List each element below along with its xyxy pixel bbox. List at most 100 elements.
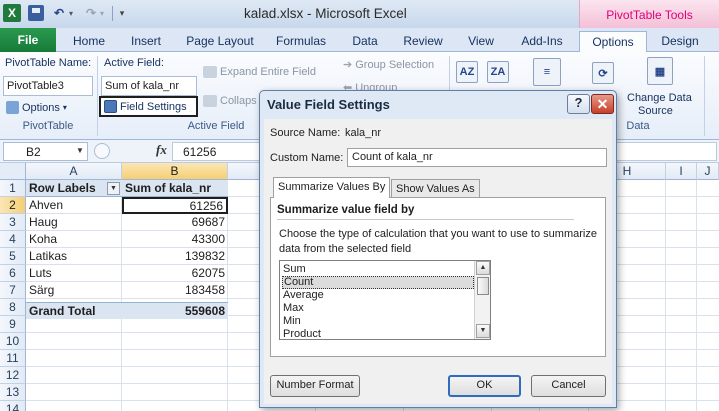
- pivottable-group-label: PivotTable: [22, 120, 74, 132]
- pivot-row-label[interactable]: Särg: [26, 282, 122, 299]
- pivot-row-value[interactable]: 62075: [122, 265, 228, 282]
- excel-app-icon[interactable]: X: [3, 4, 21, 22]
- pivot-row-label[interactable]: Koha: [26, 231, 122, 248]
- pivot-row-value[interactable]: 139832: [122, 248, 228, 265]
- list-item-max[interactable]: Max: [282, 302, 474, 315]
- row-header-12[interactable]: 12: [0, 367, 26, 384]
- formula-bar-resize-handle[interactable]: [94, 143, 110, 159]
- expand-entire-field-label: Expand Entire Field: [220, 65, 316, 78]
- column-header-b[interactable]: B: [122, 163, 228, 180]
- list-item-product[interactable]: Product: [282, 328, 474, 339]
- undo-dropdown-icon[interactable]: ▾: [67, 5, 75, 21]
- list-item-average[interactable]: Average: [282, 289, 474, 302]
- sort-za-icon[interactable]: ZA: [487, 61, 509, 83]
- close-icon[interactable]: ✕: [591, 94, 614, 114]
- listbox-scrollbar[interactable]: ▲ ▼: [474, 261, 490, 339]
- group-separator: [704, 56, 705, 136]
- pivot-value-header[interactable]: Sum of kala_nr: [122, 180, 228, 197]
- active-field-input[interactable]: Sum of kala_nr: [101, 76, 197, 96]
- refresh-icon[interactable]: ⟳: [592, 62, 614, 84]
- row-header-6[interactable]: 6: [0, 265, 26, 282]
- sort-dialog-icon[interactable]: ≡: [533, 58, 561, 86]
- pivot-row-label[interactable]: Latikas: [26, 248, 122, 265]
- row-header-10[interactable]: 10: [0, 333, 26, 350]
- tab-summarize-values-by[interactable]: Summarize Values By: [273, 177, 391, 198]
- tab-data[interactable]: Data: [342, 31, 388, 51]
- row-header-4[interactable]: 4: [0, 231, 26, 248]
- pivot-row-label[interactable]: Luts: [26, 265, 122, 282]
- function-listbox[interactable]: Sum Count Average Max Min Product ▲ ▼: [279, 260, 491, 340]
- tab-add-ins[interactable]: Add-Ins: [512, 31, 572, 51]
- row-header-2[interactable]: 2: [0, 197, 26, 214]
- tab-home[interactable]: Home: [64, 31, 114, 51]
- tab-formulas[interactable]: Formulas: [268, 31, 334, 51]
- pivot-row-label[interactable]: Ahven: [26, 197, 122, 214]
- grand-total-value[interactable]: 559608: [122, 302, 228, 319]
- list-item-count[interactable]: Count: [282, 276, 474, 289]
- row-header-8[interactable]: 8: [0, 299, 26, 316]
- tab-insert[interactable]: Insert: [120, 31, 172, 51]
- change-data-source-label-2[interactable]: Source: [638, 105, 673, 117]
- cancel-button[interactable]: Cancel: [531, 375, 606, 397]
- change-data-source-label-1[interactable]: Change Data: [627, 92, 692, 104]
- help-icon[interactable]: ?: [567, 94, 590, 114]
- scrollbar-thumb[interactable]: [477, 277, 489, 295]
- grand-total-label[interactable]: Grand Total: [26, 302, 122, 319]
- custom-name-label: Custom Name:: [270, 152, 344, 164]
- scroll-up-icon[interactable]: ▲: [476, 261, 490, 275]
- undo-icon[interactable]: ↶: [52, 5, 66, 21]
- tab-view[interactable]: View: [458, 31, 504, 51]
- pivot-row-value[interactable]: 43300: [122, 231, 228, 248]
- customize-quick-access-icon[interactable]: ▾: [118, 5, 126, 21]
- group-selection-label: Group Selection: [355, 58, 435, 71]
- list-item-min[interactable]: Min: [282, 315, 474, 328]
- description-line-2: data from the selected field: [279, 243, 412, 255]
- row-header-5[interactable]: 5: [0, 248, 26, 265]
- tab-options[interactable]: Options: [579, 31, 647, 53]
- tab-review[interactable]: Review: [396, 31, 450, 51]
- group-separator: [97, 56, 98, 136]
- redo-dropdown-icon[interactable]: ▾: [98, 5, 106, 21]
- pivot-row-value[interactable]: 69687: [122, 214, 228, 231]
- group-selection-button[interactable]: ➔ Group Selection: [340, 54, 437, 75]
- select-all-corner[interactable]: [0, 163, 26, 180]
- scroll-down-icon[interactable]: ▼: [476, 324, 490, 338]
- source-name-label: Source Name:: [270, 127, 341, 139]
- tab-page-layout[interactable]: Page Layout: [180, 31, 260, 51]
- row-header-1[interactable]: 1: [0, 180, 26, 197]
- row-header-11[interactable]: 11: [0, 350, 26, 367]
- options-button[interactable]: Options ▾: [3, 97, 70, 118]
- number-format-button[interactable]: Number Format: [270, 375, 360, 397]
- change-data-source-icon[interactable]: ▦: [647, 57, 673, 85]
- name-box-dropdown-icon[interactable]: ▼: [76, 146, 84, 155]
- pivot-row-labels-header[interactable]: Row Labels ▼: [26, 180, 122, 197]
- pivottable-options-icon: [6, 101, 19, 114]
- selected-cell-b2[interactable]: 61256: [122, 197, 228, 214]
- list-item-sum[interactable]: Sum: [282, 263, 474, 276]
- pivot-row-value[interactable]: 183458: [122, 282, 228, 299]
- custom-name-input[interactable]: Count of kala_nr: [347, 148, 607, 167]
- tab-file[interactable]: File: [0, 28, 56, 52]
- redo-icon[interactable]: ↷: [84, 5, 98, 21]
- field-settings-button[interactable]: Field Settings: [99, 96, 198, 117]
- expand-entire-field-button[interactable]: Expand Entire Field: [200, 61, 319, 82]
- pivottable-name-input[interactable]: PivotTable3: [3, 76, 93, 96]
- column-header-j[interactable]: J: [697, 163, 719, 180]
- save-icon[interactable]: [28, 5, 44, 21]
- row-header-13[interactable]: 13: [0, 384, 26, 401]
- column-header-a[interactable]: A: [26, 163, 122, 180]
- row-header-7[interactable]: 7: [0, 282, 26, 299]
- ok-button[interactable]: OK: [448, 375, 521, 397]
- pivot-row-label[interactable]: Haug: [26, 214, 122, 231]
- filter-dropdown-icon[interactable]: ▼: [107, 182, 120, 195]
- summarize-panel: Summarize value field by Choose the type…: [270, 197, 606, 357]
- tab-show-values-as[interactable]: Show Values As: [391, 179, 480, 198]
- insert-function-icon[interactable]: fx: [156, 142, 167, 158]
- row-header-3[interactable]: 3: [0, 214, 26, 231]
- sort-az-icon[interactable]: AZ: [456, 61, 478, 83]
- row-header-9[interactable]: 9: [0, 316, 26, 333]
- collapse-entire-field-button[interactable]: Collaps: [200, 90, 260, 111]
- column-header-i[interactable]: I: [666, 163, 697, 180]
- tab-design[interactable]: Design: [647, 31, 713, 51]
- row-header-14[interactable]: 14: [0, 401, 26, 411]
